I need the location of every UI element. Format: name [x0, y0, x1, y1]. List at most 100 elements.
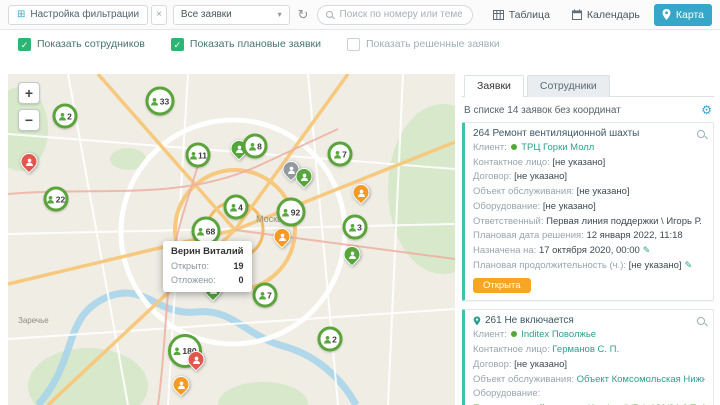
- chevron-down-icon: ▾: [277, 10, 282, 19]
- ticket-field: Ответственный: Первая линия поддержки \ …: [473, 215, 705, 230]
- map-pin-green[interactable]: [291, 164, 317, 189]
- edit-icon[interactable]: ✎: [643, 245, 651, 255]
- map-pin-orange[interactable]: [348, 180, 374, 205]
- person-icon: [348, 223, 356, 231]
- refresh-icon[interactable]: ↻: [298, 8, 309, 21]
- map-cluster[interactable]: 4: [223, 194, 249, 220]
- field-value: 17 октября 2020, 00:00: [538, 245, 640, 257]
- tooltip-row: Отложено: 0: [171, 274, 244, 285]
- magnifier-icon[interactable]: [697, 316, 705, 325]
- field-value[interactable]: Объект Комсомольская Нижний ...: [577, 374, 705, 385]
- map-cluster[interactable]: 8: [242, 133, 268, 159]
- cluster-count: 7: [267, 290, 272, 300]
- ticket-field: Контактное лицо: [не указано]: [473, 156, 705, 171]
- cluster-count: 4: [238, 202, 243, 212]
- ticket-field: Объект обслуживания: Объект Комсомольска…: [473, 373, 705, 388]
- person-icon: [47, 195, 55, 203]
- field-value: [не указано]: [576, 186, 630, 198]
- ticket-field: Назначена на: 17 октября 2020, 00:00 ✎: [473, 244, 705, 259]
- field-label: Плановая дата решения:: [473, 230, 584, 242]
- ticket-field: Оборудование:: [473, 387, 705, 402]
- map-cluster[interactable]: 11: [185, 142, 211, 168]
- filter-settings-label: Настройка фильтрации: [30, 9, 140, 20]
- checkbox-icon: [347, 37, 360, 51]
- ticket-field: Клиент: ТРЦ Горки Молл: [473, 141, 705, 156]
- map-pin-green[interactable]: [339, 242, 365, 267]
- pin-inner: [354, 185, 369, 200]
- requests-filter-select[interactable]: Все заявки ▾: [172, 4, 290, 25]
- zoom-out-button[interactable]: −: [18, 109, 40, 131]
- field-value[interactable]: Германов С. П.: [552, 344, 619, 355]
- map-cluster[interactable]: 33: [145, 86, 175, 116]
- view-calendar-label: Календарь: [586, 8, 640, 21]
- toolbar: ⊞ Настройка фильтрации × Все заявки ▾ ↻ …: [0, 0, 720, 30]
- field-label: Оборудование:: [473, 200, 541, 212]
- map-pin-orange[interactable]: [168, 372, 194, 397]
- pin-inner: [22, 154, 37, 169]
- checkbox-label: Показать решенные заявки: [366, 38, 500, 50]
- map-cluster[interactable]: 7: [327, 141, 353, 167]
- ticket-title[interactable]: 264 Ремонт вентиляционной шахты: [473, 128, 639, 139]
- cluster-count: 2: [332, 334, 337, 344]
- view-calendar-button[interactable]: Календарь: [564, 4, 648, 26]
- cluster-count: 11: [198, 150, 207, 160]
- status-button[interactable]: Открыта: [473, 278, 531, 294]
- person-icon: [189, 151, 197, 159]
- tab-requests[interactable]: Заявки: [464, 75, 524, 97]
- status-dot-icon: [510, 144, 517, 150]
- map-pin-orange[interactable]: [269, 224, 295, 249]
- field-label: Контактное лицо:: [473, 156, 550, 168]
- map-cluster[interactable]: 2: [52, 103, 78, 129]
- filter-checkbox[interactable]: Показать решенные заявки: [347, 37, 500, 51]
- person-icon: [287, 166, 295, 174]
- person-icon: [348, 251, 356, 259]
- field-value: [не указано]: [628, 259, 682, 271]
- filter-settings-button[interactable]: ⊞ Настройка фильтрации: [8, 4, 149, 25]
- map-cluster[interactable]: 7: [252, 282, 278, 308]
- magnifier-icon[interactable]: [697, 129, 705, 138]
- gear-icon[interactable]: ⚙: [701, 104, 712, 116]
- ticket-title[interactable]: 261 Не включается: [485, 315, 574, 326]
- field-label: Ответственный:: [473, 215, 544, 227]
- checkbox-icon: ✓: [18, 37, 31, 51]
- field-label: Контактное лицо:: [473, 344, 550, 356]
- view-table-button[interactable]: Таблица: [485, 4, 558, 26]
- view-map-button[interactable]: Карта: [653, 3, 713, 26]
- field-label: Оборудование:: [473, 388, 541, 400]
- pin-inner: [189, 352, 204, 367]
- person-icon: [197, 227, 205, 235]
- field-value[interactable]: Inditex Поволжье: [521, 329, 596, 340]
- checkbox-label: Показать плановые заявки: [189, 38, 321, 50]
- person-icon: [357, 189, 365, 197]
- ticket-list: 264 Ремонт вентиляционной шахты Клиент: Т…: [462, 122, 714, 405]
- map-cluster[interactable]: 92: [276, 197, 306, 227]
- map-cluster[interactable]: 2: [317, 326, 343, 352]
- tooltip-rows: Открыто: 19 Отложено: 0: [171, 260, 244, 287]
- field-label: Объект обслуживания:: [473, 186, 574, 198]
- person-icon: [248, 142, 256, 150]
- search-input[interactable]: [337, 8, 464, 21]
- clear-filter-button[interactable]: ×: [151, 4, 167, 25]
- ticket-header: 261 Не включается: [473, 315, 705, 326]
- zoom-in-button[interactable]: +: [18, 82, 40, 104]
- edit-icon[interactable]: ✎: [685, 260, 693, 270]
- map-pin-red[interactable]: [16, 149, 42, 174]
- field-value: [не указано]: [542, 200, 596, 212]
- person-icon: [300, 173, 308, 181]
- filter-checkbox[interactable]: ✓ Показать сотрудников: [18, 37, 145, 51]
- filter-checkbox[interactable]: ✓ Показать плановые заявки: [170, 37, 321, 51]
- person-icon: [323, 335, 331, 343]
- map[interactable]: 2 33 11 8 22 7 92 4 68 3 7 2 180 Верин Виталий Откры…: [8, 74, 455, 405]
- map-pin-red[interactable]: [183, 347, 209, 372]
- map-cluster[interactable]: 22: [43, 186, 69, 212]
- person-icon: [282, 208, 290, 216]
- cluster-count: 8: [257, 141, 262, 151]
- ticket-field: Договор: [не указано]: [473, 170, 705, 185]
- search-box[interactable]: [316, 4, 473, 25]
- map-cluster[interactable]: 3: [342, 214, 368, 240]
- field-label: Объект обслуживания:: [473, 373, 574, 385]
- field-value[interactable]: ТРЦ Горки Молл: [521, 142, 594, 153]
- view-table-label: Таблица: [508, 8, 550, 21]
- tab-employees[interactable]: Сотрудники: [526, 75, 610, 97]
- person-icon: [333, 150, 341, 158]
